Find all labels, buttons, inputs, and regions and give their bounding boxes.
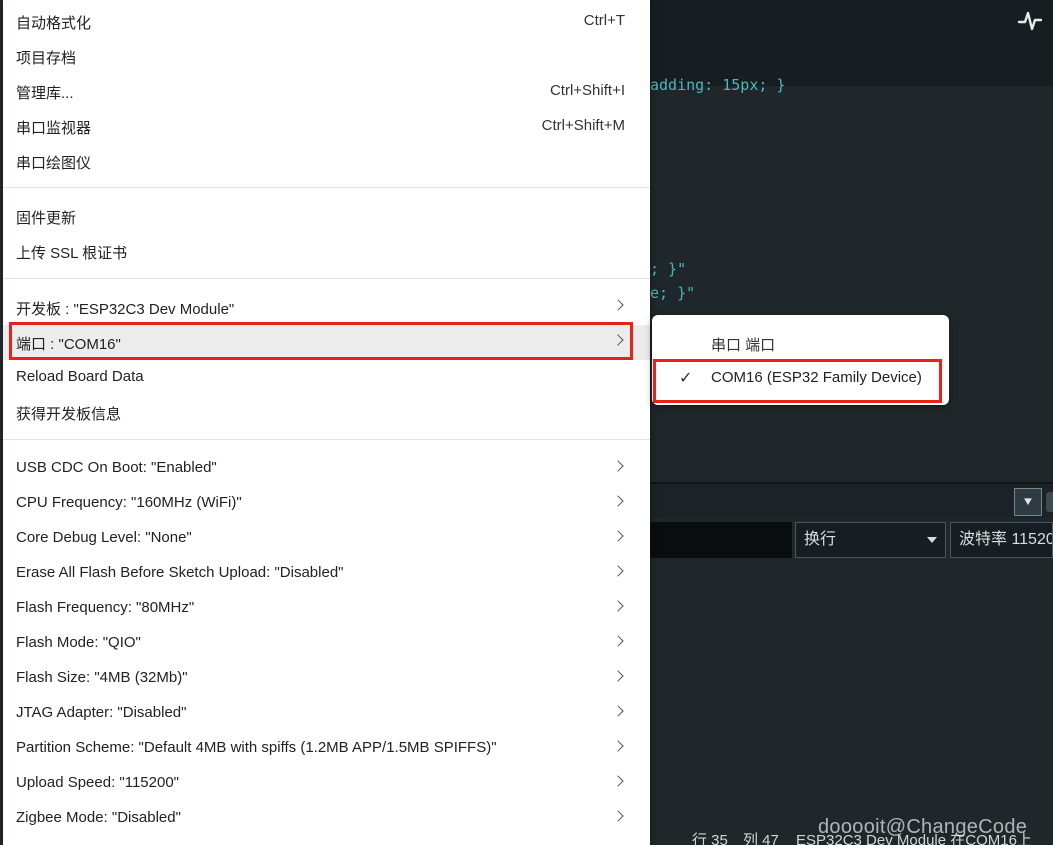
menu-item-label: 自动格式化 bbox=[16, 15, 92, 32]
menu-item-upload-ssl-cert[interactable]: 上传 SSL 根证书 bbox=[3, 234, 650, 269]
menu-item-archive-sketch[interactable]: 项目存档 bbox=[3, 39, 650, 74]
menu-item-label: 固件更新 bbox=[16, 210, 77, 227]
chevron-right-icon bbox=[612, 460, 624, 472]
menu-item-manage-libraries[interactable]: 管理库... Ctrl+Shift+I bbox=[3, 74, 650, 109]
ide-toolbar bbox=[650, 0, 1053, 86]
menu-item-label: Zigbee Mode: "Disabled" bbox=[16, 809, 181, 826]
menu-item-serial-plotter[interactable]: 串口绘图仪 bbox=[3, 144, 650, 179]
menu-separator bbox=[3, 187, 650, 188]
menu-separator bbox=[3, 278, 650, 279]
menu-item-label: USB CDC On Boot: "Enabled" bbox=[16, 459, 217, 476]
menu-item-upload-speed[interactable]: Upload Speed: "115200" bbox=[3, 766, 650, 801]
line-ending-value: 换行 bbox=[804, 531, 837, 548]
line-ending-select[interactable]: 换行 bbox=[795, 522, 946, 558]
menu-item-label: 管理库... bbox=[16, 85, 74, 102]
menu-item-port[interactable]: 端口 : "COM16" bbox=[3, 325, 650, 360]
menu-item-jtag-adapter[interactable]: JTAG Adapter: "Disabled" bbox=[3, 696, 650, 731]
chevron-right-icon bbox=[612, 670, 624, 682]
menu-item-label: Flash Frequency: "80MHz" bbox=[16, 599, 195, 616]
serial-console bbox=[650, 562, 1053, 825]
chevron-right-icon bbox=[612, 334, 624, 346]
code-line: e; }" bbox=[650, 284, 696, 302]
menu-item-label: Partition Scheme: "Default 4MB with spif… bbox=[16, 739, 497, 756]
output-panel-header bbox=[650, 484, 1053, 518]
menu-item-firmware-update[interactable]: 固件更新 bbox=[3, 199, 650, 234]
menu-item-serial-monitor[interactable]: 串口监视器 Ctrl+Shift+M bbox=[3, 109, 650, 144]
menu-item-reload-board-data[interactable]: Reload Board Data bbox=[3, 360, 650, 395]
menu-item-label: Reload Board Data bbox=[16, 368, 144, 385]
menu-item-label: 获得开发板信息 bbox=[16, 406, 122, 423]
menu-item-label: 端口 : "COM16" bbox=[16, 336, 121, 353]
panel-toggle[interactable] bbox=[1046, 492, 1053, 512]
menu-item-label: Erase All Flash Before Sketch Upload: "D… bbox=[16, 564, 344, 581]
menu-item-label: Flash Size: "4MB (32Mb)" bbox=[16, 669, 188, 686]
chevron-right-icon bbox=[612, 600, 624, 612]
serial-plotter-icon[interactable] bbox=[1017, 8, 1043, 34]
menu-item-board[interactable]: 开发板 : "ESP32C3 Dev Module" bbox=[3, 290, 650, 325]
menu-item-label: 串口绘图仪 bbox=[16, 155, 92, 172]
menu-item-core-debug-level[interactable]: Core Debug Level: "None" bbox=[3, 521, 650, 556]
chevron-right-icon bbox=[612, 740, 624, 752]
menu-item-label: Upload Speed: "115200" bbox=[16, 774, 180, 791]
menu-item-label: CPU Frequency: "160MHz (WiFi)" bbox=[16, 494, 242, 511]
chevron-right-icon bbox=[612, 635, 624, 647]
port-option-label: COM16 (ESP32 Family Device) bbox=[711, 369, 922, 386]
menu-item-label: 开发板 : "ESP32C3 Dev Module" bbox=[16, 301, 235, 318]
menu-item-shortcut: Ctrl+T bbox=[583, 12, 625, 29]
menu-item-label: Flash Mode: "QIO" bbox=[16, 634, 141, 651]
collapse-panel-button[interactable]: ⯆ bbox=[1014, 488, 1042, 516]
chevron-right-icon bbox=[612, 565, 624, 577]
caret-down-icon bbox=[927, 537, 937, 543]
baud-rate-select[interactable]: 波特率 115200 bbox=[950, 522, 1053, 558]
chevron-right-icon bbox=[612, 495, 624, 507]
menu-item-label: 串口监视器 bbox=[16, 120, 92, 137]
menu-item-flash-frequency[interactable]: Flash Frequency: "80MHz" bbox=[3, 591, 650, 626]
menu-separator bbox=[3, 439, 650, 440]
status-column: 列 47 bbox=[743, 832, 779, 845]
menu-item-label: 项目存档 bbox=[16, 50, 77, 67]
menu-item-get-board-info[interactable]: 获得开发板信息 bbox=[3, 395, 650, 430]
port-submenu: 串口 端口 ✓ COM16 (ESP32 Family Device) bbox=[652, 315, 949, 405]
check-icon: ✓ bbox=[679, 370, 693, 387]
baud-rate-value: 波特率 115200 bbox=[959, 531, 1052, 548]
submenu-header: 串口 端口 bbox=[711, 337, 776, 354]
chevron-right-icon bbox=[612, 810, 624, 822]
menu-item-label: JTAG Adapter: "Disabled" bbox=[16, 704, 187, 721]
code-editor[interactable]: adding: 15px; } ; }" e; }" bbox=[650, 76, 1053, 482]
menu-item-label: Core Debug Level: "None" bbox=[16, 529, 192, 546]
menu-item-partition-scheme[interactable]: Partition Scheme: "Default 4MB with spif… bbox=[3, 731, 650, 766]
tools-menu: 自动格式化 Ctrl+T 项目存档 管理库... Ctrl+Shift+I 串口… bbox=[3, 0, 650, 845]
chevron-right-icon bbox=[612, 705, 624, 717]
menu-item-flash-mode[interactable]: Flash Mode: "QIO" bbox=[3, 626, 650, 661]
menu-item-label: 上传 SSL 根证书 bbox=[16, 245, 128, 262]
menu-item-cpu-frequency[interactable]: CPU Frequency: "160MHz (WiFi)" bbox=[3, 486, 650, 521]
menu-item-usb-cdc-on-boot[interactable]: USB CDC On Boot: "Enabled" bbox=[3, 451, 650, 486]
code-line: ; }" bbox=[650, 260, 687, 278]
chevron-right-icon bbox=[612, 775, 624, 787]
menu-item-shortcut: Ctrl+Shift+I bbox=[549, 82, 625, 99]
serial-message-input[interactable] bbox=[650, 522, 792, 558]
double-chevron-down-icon: ⯆ bbox=[1022, 494, 1034, 510]
port-option-com16[interactable]: ✓ COM16 (ESP32 Family Device) bbox=[652, 362, 949, 394]
menu-item-zigbee-mode[interactable]: Zigbee Mode: "Disabled" bbox=[3, 801, 650, 836]
menu-item-erase-all-flash[interactable]: Erase All Flash Before Sketch Upload: "D… bbox=[3, 556, 650, 591]
menu-item-flash-size[interactable]: Flash Size: "4MB (32Mb)" bbox=[3, 661, 650, 696]
code-line: adding: 15px; } bbox=[650, 76, 786, 94]
watermark: dooooit@ChangeCode bbox=[818, 816, 1028, 838]
chevron-right-icon bbox=[612, 299, 624, 311]
chevron-right-icon bbox=[612, 530, 624, 542]
menu-item-shortcut: Ctrl+Shift+M bbox=[541, 117, 625, 134]
status-line: 行 35 bbox=[692, 832, 728, 845]
menu-item-auto-format[interactable]: 自动格式化 Ctrl+T bbox=[3, 4, 650, 39]
